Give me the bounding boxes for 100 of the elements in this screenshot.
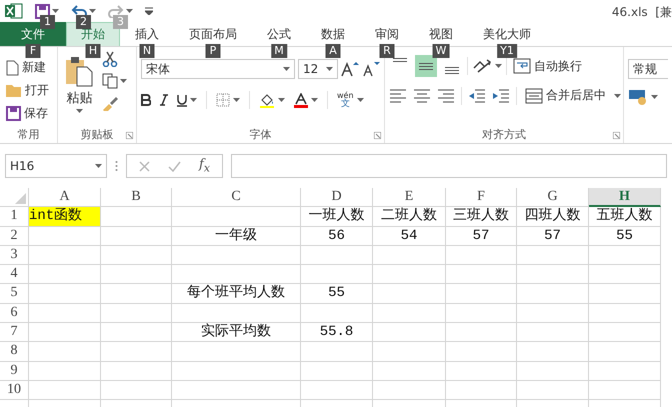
merge-cells-icon bbox=[525, 88, 543, 104]
ribbon-tab[interactable]: 美化大师 bbox=[468, 22, 546, 46]
column-header[interactable]: B bbox=[101, 188, 172, 208]
insert-function-button[interactable]: f$_{x}$ bbox=[199, 157, 210, 175]
table-cell bbox=[101, 265, 172, 284]
align-center-icon[interactable] bbox=[413, 88, 431, 102]
bold-icon[interactable] bbox=[141, 94, 151, 106]
ribbon-tab[interactable]: 审阅 bbox=[360, 22, 414, 46]
table-cell bbox=[101, 362, 172, 381]
caret-icon[interactable] bbox=[311, 98, 318, 102]
phonetic-guide-button[interactable]: wén 文 bbox=[337, 91, 354, 109]
table-cell bbox=[29, 342, 101, 362]
column-header[interactable]: E bbox=[373, 188, 446, 208]
table-cell bbox=[29, 304, 101, 324]
row-header[interactable]: 5 bbox=[0, 284, 29, 304]
table-cell bbox=[101, 226, 172, 246]
fill-color-icon[interactable] bbox=[259, 92, 275, 108]
row-header[interactable]: 9 bbox=[0, 362, 29, 381]
column-header[interactable]: D bbox=[301, 188, 373, 208]
customize-icon[interactable] bbox=[145, 7, 153, 15]
row-header[interactable]: 7 bbox=[0, 323, 29, 342]
merge-center-button[interactable]: 合并后居中 bbox=[523, 85, 608, 106]
dialog-launcher-icon[interactable] bbox=[613, 132, 620, 139]
window-title: 46.xls [兼 bbox=[612, 4, 672, 21]
table-cell bbox=[29, 226, 101, 246]
save-icon[interactable] bbox=[35, 4, 50, 18]
ribbon-tab[interactable]: 视图 bbox=[414, 22, 468, 46]
font-name-field[interactable]: 宋体 bbox=[141, 59, 295, 79]
checkmark-icon[interactable] bbox=[168, 160, 181, 172]
caret-icon[interactable] bbox=[233, 98, 240, 102]
font-size-field[interactable]: 12 bbox=[298, 59, 338, 79]
row-header[interactable]: 4 bbox=[0, 265, 29, 284]
table-cell bbox=[301, 265, 373, 284]
formula-input-field[interactable] bbox=[230, 154, 667, 178]
dialog-launcher-icon[interactable] bbox=[374, 132, 381, 139]
dropdown-caret-icon[interactable] bbox=[326, 67, 333, 71]
caret-icon[interactable] bbox=[76, 109, 84, 113]
wrap-text-button[interactable]: 自动换行 bbox=[511, 56, 584, 76]
table-cell: 实际平均数 bbox=[172, 323, 301, 342]
column-header[interactable]: H bbox=[589, 188, 661, 208]
shrink-font-icon[interactable] bbox=[362, 61, 380, 77]
number-format-field[interactable]: 常规 bbox=[628, 59, 668, 79]
table-cell bbox=[101, 342, 172, 362]
column-header[interactable]: G bbox=[517, 188, 589, 208]
ribbon-tab[interactable]: 页面布局 bbox=[174, 22, 252, 46]
column-header[interactable]: C bbox=[172, 188, 301, 208]
table-cell bbox=[301, 246, 373, 266]
column-header[interactable]: A bbox=[29, 188, 101, 208]
table-cell: int函数 bbox=[29, 207, 101, 227]
caret-icon[interactable] bbox=[190, 98, 197, 102]
caret-icon[interactable] bbox=[495, 64, 502, 68]
increase-indent-icon[interactable] bbox=[492, 88, 510, 102]
row-header[interactable]: 2 bbox=[0, 226, 29, 246]
name-box[interactable]: H16 bbox=[5, 154, 107, 178]
caret-icon[interactable] bbox=[126, 9, 133, 13]
table-cell bbox=[517, 362, 589, 381]
align-right-icon[interactable] bbox=[437, 88, 455, 102]
table-cell bbox=[446, 265, 517, 284]
caret-icon[interactable] bbox=[52, 9, 59, 13]
ribbon-button[interactable]: 新建 bbox=[4, 57, 51, 78]
group-label: 常用 bbox=[16, 127, 40, 143]
ribbon-button[interactable]: 保存 bbox=[4, 103, 51, 124]
dialog-launcher-icon[interactable] bbox=[126, 132, 133, 139]
underline-icon[interactable] bbox=[177, 94, 187, 106]
row-header[interactable]: 10 bbox=[0, 380, 29, 400]
ribbon-tab[interactable]: 公式 bbox=[252, 22, 306, 46]
vertical-align-button[interactable] bbox=[415, 55, 437, 77]
row-header[interactable]: 8 bbox=[0, 342, 29, 362]
key-tip: M bbox=[271, 44, 287, 58]
caret-icon[interactable] bbox=[89, 9, 96, 13]
table-cell bbox=[446, 323, 517, 342]
key-tip: W bbox=[432, 44, 450, 58]
decrease-indent-icon[interactable] bbox=[468, 88, 486, 102]
align-left-icon[interactable] bbox=[389, 88, 407, 102]
table-cell: 三班人数 bbox=[446, 207, 517, 227]
font-color-icon[interactable] bbox=[294, 92, 308, 108]
text-orientation-icon[interactable] bbox=[472, 58, 492, 74]
table-cell bbox=[101, 323, 172, 342]
spreadsheet-app-icon[interactable] bbox=[5, 3, 23, 19]
ribbon-button[interactable]: 打开 bbox=[4, 80, 51, 101]
borders-icon[interactable] bbox=[216, 93, 230, 107]
caret-icon[interactable] bbox=[278, 98, 285, 102]
key-tip: 1 bbox=[40, 14, 55, 28]
caret-icon[interactable] bbox=[614, 94, 621, 98]
scissors-icon[interactable] bbox=[102, 51, 118, 67]
caret-icon[interactable] bbox=[120, 79, 127, 83]
italic-icon[interactable] bbox=[160, 94, 168, 106]
copy-icon[interactable] bbox=[102, 73, 118, 89]
table-cell bbox=[301, 342, 373, 362]
ribbon-tab[interactable]: 数据 bbox=[306, 22, 360, 46]
brush-icon[interactable] bbox=[102, 95, 118, 111]
row-header[interactable]: 3 bbox=[0, 246, 29, 266]
dropdown-caret-icon[interactable] bbox=[283, 67, 290, 71]
column-header[interactable]: F bbox=[446, 188, 517, 208]
dropdown-caret-icon[interactable] bbox=[95, 164, 102, 168]
table-cell bbox=[589, 246, 661, 266]
caret-icon[interactable] bbox=[651, 95, 658, 99]
grow-font-icon[interactable] bbox=[341, 61, 359, 77]
caret-icon[interactable] bbox=[356, 98, 364, 102]
row-header[interactable]: 6 bbox=[0, 304, 29, 324]
